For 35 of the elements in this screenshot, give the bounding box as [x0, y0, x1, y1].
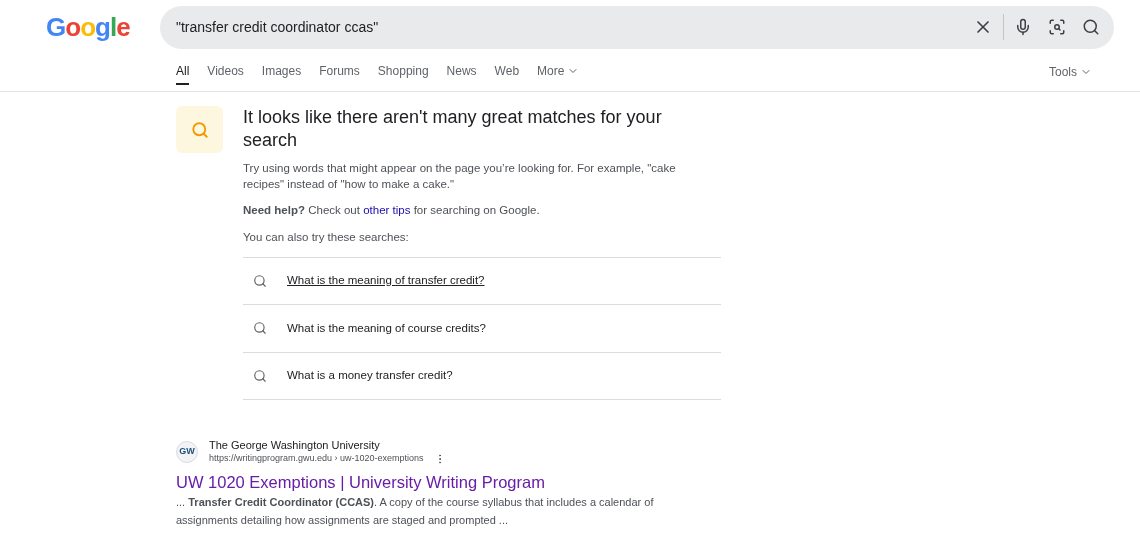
search-tab[interactable]: Web	[494, 58, 520, 85]
notice-heading: It looks like there aren't many great matches for your search	[243, 106, 663, 152]
search-icon	[253, 368, 267, 383]
search-tab[interactable]: Shopping	[377, 58, 429, 85]
search-tab[interactable]: Forums	[319, 58, 360, 85]
search-input[interactable]: "transfer credit coordinator ccas"	[176, 16, 973, 38]
notice-tip: Try using words that might appear on the page you’re looking for. For example, "cake recipes" instead of "how to make a cake."	[243, 161, 677, 192]
search-tab[interactable]: News	[446, 58, 477, 85]
suggestion-text: What is a money transfer credit?	[287, 368, 453, 384]
search-tab[interactable]: More	[537, 58, 580, 85]
tools-button[interactable]: Tools	[1049, 62, 1092, 81]
suggested-search[interactable]: What is a money transfer credit?	[243, 352, 721, 400]
microphone-icon[interactable]	[1014, 18, 1032, 36]
result-url: https://writingprogram.gwu.edu › uw-1020-exemptions	[209, 452, 424, 465]
help-text: Need help? Check out other tips for searching on Google.	[243, 203, 541, 218]
google-logo[interactable]: Google	[46, 14, 136, 40]
result-title-link[interactable]: UW 1020 Exemptions | University Writing Program	[176, 471, 1140, 493]
search-icon[interactable]	[1082, 18, 1100, 36]
search-icon	[253, 273, 267, 288]
site-name: The George Washington University	[209, 438, 381, 452]
camera-icon[interactable]	[1048, 18, 1066, 36]
result-snippet: ... Transfer Credit Coordinator (CCAS). A copy of the course syllabus that includes a calendar of assignments detailing how assignments are staged and prompted ...	[176, 495, 655, 528]
suggestion-text: What is the meaning of course credits?	[287, 320, 486, 336]
site-favicon: GW	[176, 440, 198, 463]
also-try-text: You can also try these searches:	[243, 230, 410, 246]
suggested-search[interactable]: What is the meaning of transfer credit?	[243, 257, 721, 305]
search-tab[interactable]: Images	[261, 58, 302, 85]
suggestion-text: What is the meaning of transfer credit?	[287, 273, 485, 289]
search-field[interactable]: "transfer credit coordinator ccas"	[160, 5, 1114, 49]
suggested-search[interactable]: What is the meaning of course credits?	[243, 305, 721, 353]
search-tab[interactable]: Videos	[207, 58, 244, 85]
other-tips-link[interactable]: other tips	[363, 204, 411, 216]
search-icon	[190, 120, 209, 139]
search-icon	[253, 321, 267, 336]
search-tab[interactable]: All	[176, 58, 190, 85]
